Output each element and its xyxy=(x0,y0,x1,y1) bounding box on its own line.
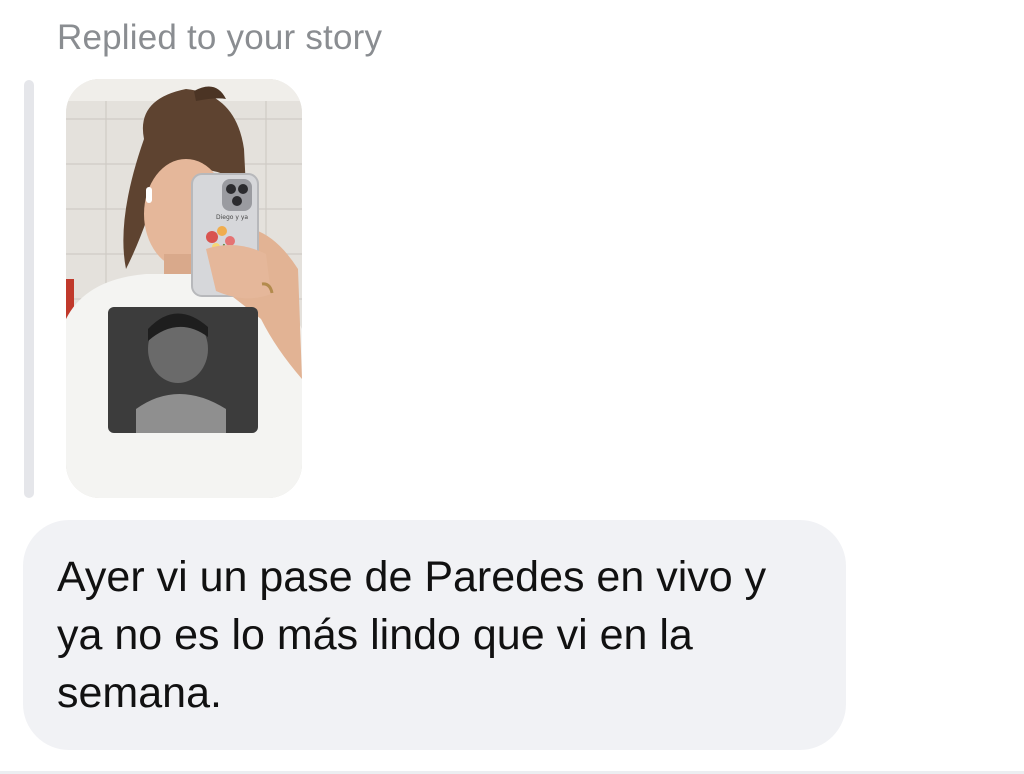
message-text: Ayer vi un pase de Paredes en vivo y ya … xyxy=(57,553,767,717)
reply-quote-bar xyxy=(24,80,34,498)
message-bubble[interactable]: Ayer vi un pase de Paredes en vivo y ya … xyxy=(23,520,846,750)
phone-case-text: Diego y ya xyxy=(216,214,248,221)
reply-caption: Replied to your story xyxy=(57,18,383,57)
story-photo: Diego y ya xyxy=(66,79,302,498)
story-thumbnail[interactable]: Diego y ya xyxy=(66,79,302,498)
